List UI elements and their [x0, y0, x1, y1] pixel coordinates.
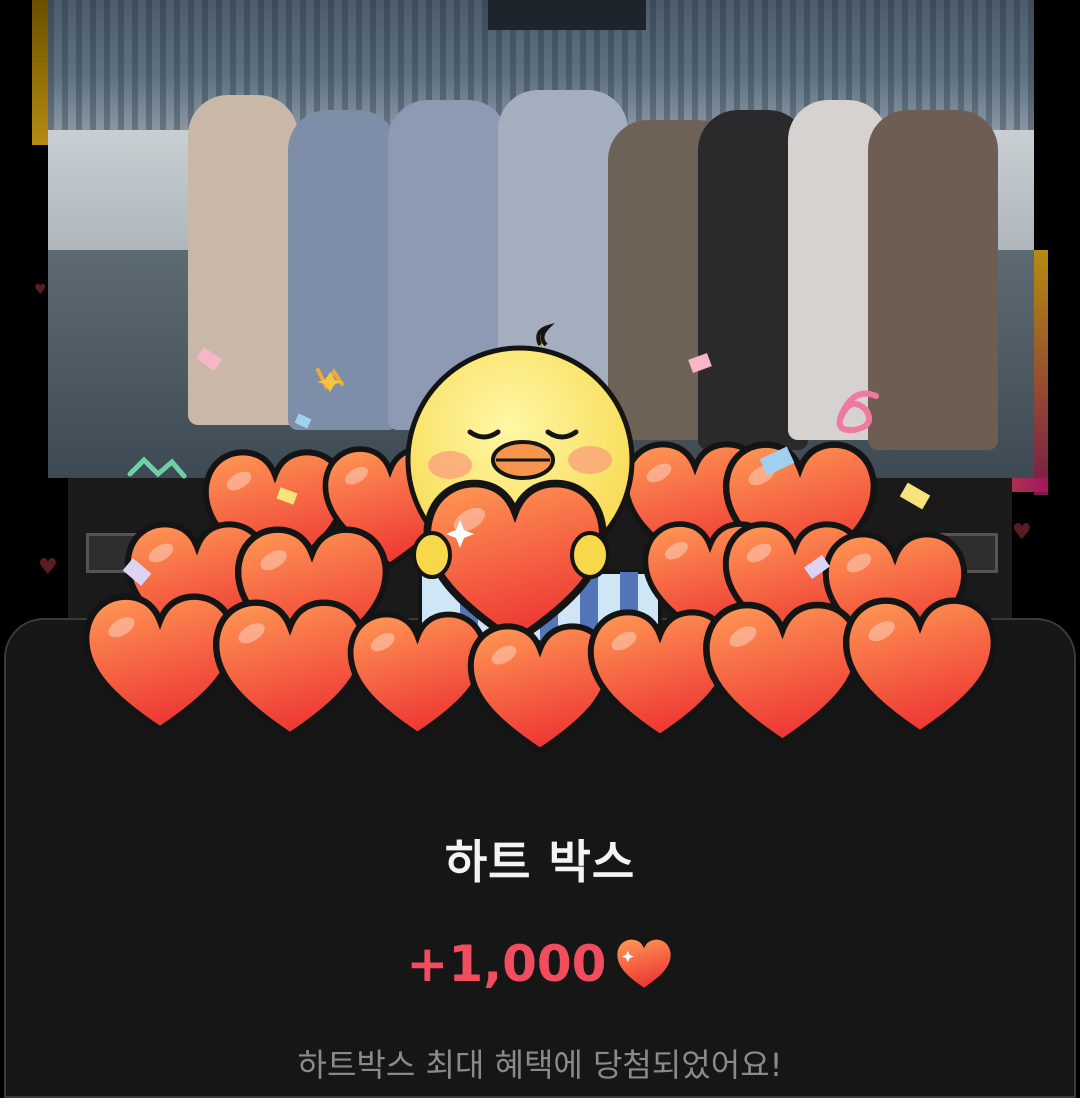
reward-amount-row: +1,000: [0, 935, 1080, 999]
photo-frame-accent: [32, 0, 48, 145]
background-heart-icon: ♥: [1012, 520, 1032, 545]
reward-amount: +1,000: [406, 935, 607, 993]
reward-message: 하트박스 최대 혜택에 당첨되었어요!: [297, 1046, 783, 1084]
background-heart-icon: ♥: [38, 555, 58, 580]
stadium-screen: [488, 0, 646, 30]
photo-frame-accent: [1034, 250, 1048, 495]
background-heart-icon: ♥: [34, 282, 47, 298]
heart-icon: [616, 939, 671, 988]
reward-title: 하트 박스: [444, 835, 636, 889]
person-silhouette: [188, 95, 298, 425]
person-silhouette: [868, 110, 998, 450]
